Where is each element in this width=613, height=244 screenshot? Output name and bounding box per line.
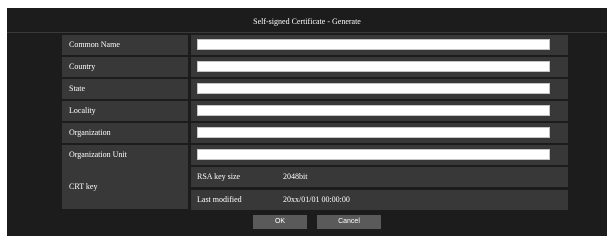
locality-cell	[191, 101, 568, 121]
state-label: State	[62, 79, 188, 99]
country-label: Country	[62, 57, 188, 77]
common-name-cell	[191, 35, 568, 55]
organization-unit-row: Organization Unit	[62, 145, 568, 165]
last-modified-value: 20xx/01/01 00:00:00	[283, 195, 350, 204]
state-row: State	[62, 79, 568, 99]
locality-input[interactable]	[197, 105, 550, 116]
state-cell	[191, 79, 568, 99]
common-name-input[interactable]	[197, 39, 550, 50]
organization-input[interactable]	[197, 127, 550, 138]
country-row: Country	[62, 57, 568, 77]
organization-unit-label: Organization Unit	[62, 145, 188, 165]
title-divider	[7, 32, 607, 33]
organization-label: Organization	[62, 123, 188, 143]
last-modified-label: Last modified	[197, 195, 242, 204]
organization-unit-cell	[191, 145, 568, 165]
certificate-dialog: Self-signed Certificate - Generate Commo…	[7, 8, 607, 236]
common-name-label: Common Name	[62, 35, 188, 55]
rsa-key-size-label: RSA key size	[197, 172, 241, 181]
last-modified-row: Last modified 20xx/01/01 00:00:00	[191, 190, 568, 210]
country-cell	[191, 57, 568, 77]
organization-row: Organization	[62, 123, 568, 143]
locality-row: Locality	[62, 101, 568, 121]
ok-button[interactable]: OK	[253, 215, 307, 229]
state-input[interactable]	[197, 83, 550, 94]
organization-unit-input[interactable]	[197, 149, 550, 160]
locality-label: Locality	[62, 101, 188, 121]
cancel-button[interactable]: Cancel	[317, 215, 381, 229]
rsa-key-size-value: 2048bit	[283, 172, 308, 181]
dialog-title: Self-signed Certificate - Generate	[253, 17, 361, 26]
rsa-key-size-row: RSA key size 2048bit	[191, 167, 568, 187]
common-name-row: Common Name	[62, 35, 568, 55]
crt-key-label: CRT key	[62, 165, 188, 209]
organization-cell	[191, 123, 568, 143]
country-input[interactable]	[197, 61, 550, 72]
